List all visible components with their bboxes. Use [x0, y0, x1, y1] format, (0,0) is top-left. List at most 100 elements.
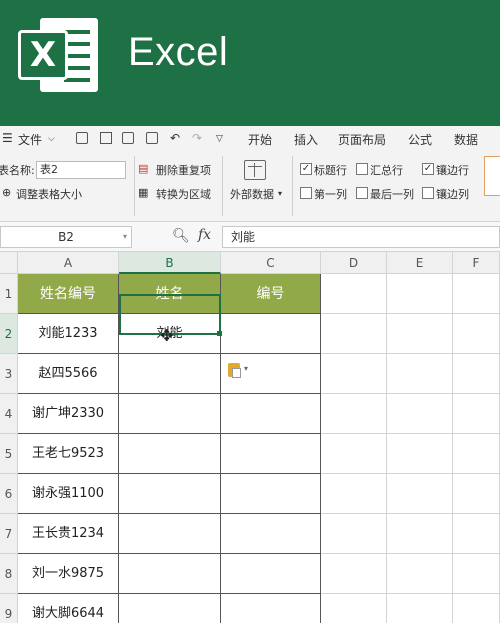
checkbox-header-row[interactable]: ✓ [300, 163, 312, 175]
checkbox-first-column[interactable] [300, 187, 312, 199]
row-header-1[interactable]: 1 [0, 274, 18, 314]
cell-b5[interactable] [119, 434, 221, 474]
cell-d5[interactable] [321, 434, 387, 474]
cell-b1[interactable]: 姓名 [119, 274, 221, 314]
checkbox-total-row[interactable] [356, 163, 368, 175]
redo-icon[interactable]: ↷ [192, 131, 202, 145]
row-header-9[interactable]: 9 [0, 594, 18, 623]
row-header-2[interactable]: 2 [0, 314, 18, 354]
cell-d9[interactable] [321, 594, 387, 623]
cell-e3[interactable] [387, 354, 453, 394]
row-header-4[interactable]: 4 [0, 394, 18, 434]
row-header-6[interactable]: 6 [0, 474, 18, 514]
remove-duplicates-button[interactable]: 删除重复项 [156, 162, 211, 178]
cell-c8[interactable] [221, 554, 321, 594]
cell-f7[interactable] [453, 514, 500, 554]
tab-insert[interactable]: 插入 [294, 131, 318, 148]
cell-b6[interactable] [119, 474, 221, 514]
cell-e9[interactable] [387, 594, 453, 623]
cell-c1[interactable]: 编号 [221, 274, 321, 314]
tab-data[interactable]: 数据 [454, 131, 478, 148]
cell-a9[interactable]: 谢大脚6644 [18, 594, 119, 623]
tab-home[interactable]: 开始 [248, 131, 272, 148]
cell-d4[interactable] [321, 394, 387, 434]
file-menu[interactable]: 文件 [18, 131, 42, 148]
print-preview-icon[interactable] [100, 132, 112, 144]
cell-f3[interactable] [453, 354, 500, 394]
table-name-input[interactable]: 表2 [36, 161, 126, 179]
zoom-search-icon[interactable]: 🔍︎ [172, 228, 190, 244]
cell-c6[interactable] [221, 474, 321, 514]
cell-f1[interactable] [453, 274, 500, 314]
column-header-b[interactable]: B [119, 252, 221, 274]
external-data-icon[interactable] [244, 160, 266, 180]
cell-a6[interactable]: 谢永强1100 [18, 474, 119, 514]
cell-a8[interactable]: 刘一水9875 [18, 554, 119, 594]
tab-page-layout[interactable]: 页面布局 [338, 131, 386, 148]
table-style-gallery[interactable] [484, 156, 500, 196]
cell-e4[interactable] [387, 394, 453, 434]
cell-e7[interactable] [387, 514, 453, 554]
convert-to-range-icon[interactable]: ▦ [138, 186, 148, 199]
checkbox-banded-rows[interactable]: ✓ [422, 163, 434, 175]
column-header-c[interactable]: C [221, 252, 321, 274]
row-header-3[interactable]: 3 [0, 354, 18, 394]
resize-table-icon[interactable]: ⊕ [2, 186, 11, 199]
cell-a7[interactable]: 王长贵1234 [18, 514, 119, 554]
cell-a2[interactable]: 刘能1233 [18, 314, 119, 354]
resize-table-button[interactable]: 调整表格大小 [16, 186, 82, 202]
paste-options-icon[interactable]: ▾ [228, 363, 252, 378]
column-header-a[interactable]: A [18, 252, 119, 274]
fill-handle[interactable] [217, 331, 222, 336]
cell-b9[interactable] [119, 594, 221, 623]
row-header-7[interactable]: 7 [0, 514, 18, 554]
tab-formulas[interactable]: 公式 [408, 131, 432, 148]
cell-d6[interactable] [321, 474, 387, 514]
checkbox-last-column[interactable] [356, 187, 368, 199]
cell-d2[interactable] [321, 314, 387, 354]
cell-b7[interactable] [119, 514, 221, 554]
cell-f8[interactable] [453, 554, 500, 594]
cell-c4[interactable] [221, 394, 321, 434]
name-box-dropdown-icon[interactable]: ▾ [123, 227, 127, 247]
cell-d8[interactable] [321, 554, 387, 594]
cell-d3[interactable] [321, 354, 387, 394]
cell-d1[interactable] [321, 274, 387, 314]
convert-to-range-button[interactable]: 转换为区域 [156, 186, 211, 202]
quick-access-dropdown-icon[interactable]: ▽ [216, 134, 223, 144]
cell-e8[interactable] [387, 554, 453, 594]
cell-f9[interactable] [453, 594, 500, 623]
select-all-corner[interactable] [0, 252, 18, 274]
cell-e2[interactable] [387, 314, 453, 354]
cell-a5[interactable]: 王老七9523 [18, 434, 119, 474]
menu-icon[interactable]: ☰ [2, 131, 13, 145]
cell-a1[interactable]: 姓名编号 [18, 274, 119, 314]
column-header-d[interactable]: D [321, 252, 387, 274]
cell-f5[interactable] [453, 434, 500, 474]
undo-icon[interactable]: ↶ [170, 131, 180, 145]
formula-input[interactable]: 刘能 [222, 226, 500, 248]
checkbox-banded-columns[interactable] [422, 187, 434, 199]
column-header-f[interactable]: F [453, 252, 500, 274]
cell-a4[interactable]: 谢广坤2330 [18, 394, 119, 434]
file-menu-chevron-icon[interactable]: ⌵ [48, 134, 55, 144]
remove-duplicates-icon[interactable]: ▤ [138, 162, 148, 175]
cell-c2[interactable] [221, 314, 321, 354]
cell-b3[interactable] [119, 354, 221, 394]
column-header-e[interactable]: E [387, 252, 453, 274]
cell-c7[interactable] [221, 514, 321, 554]
cell-d7[interactable] [321, 514, 387, 554]
cell-a3[interactable]: 赵四5566 [18, 354, 119, 394]
cell-f6[interactable] [453, 474, 500, 514]
cell-c9[interactable] [221, 594, 321, 623]
row-header-8[interactable]: 8 [0, 554, 18, 594]
cell-e1[interactable] [387, 274, 453, 314]
cell-e6[interactable] [387, 474, 453, 514]
external-data-button[interactable]: 外部数据 [230, 186, 274, 202]
cell-c5[interactable] [221, 434, 321, 474]
cell-b4[interactable] [119, 394, 221, 434]
print-icon[interactable] [122, 132, 134, 144]
cell-f2[interactable] [453, 314, 500, 354]
name-box[interactable]: B2 ▾ [0, 226, 132, 248]
cell-f4[interactable] [453, 394, 500, 434]
